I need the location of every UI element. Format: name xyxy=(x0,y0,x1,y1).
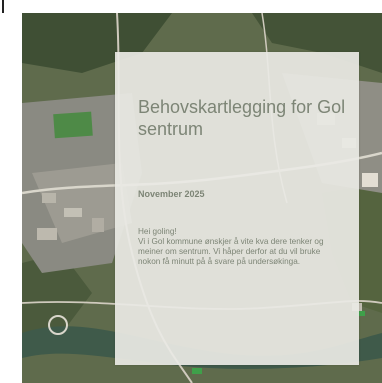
survey-date: November 2025 xyxy=(138,189,205,199)
intro-body: Vi i Gol kommune ønskjer å vite kva dere… xyxy=(138,237,324,266)
intro-greeting: Hei goling! xyxy=(138,227,177,236)
page-title: Behovskartlegging for Gol sentrum xyxy=(138,97,346,139)
corner-mark xyxy=(2,0,4,13)
survey-cover-page: Behovskartlegging for Gol sentrum Novemb… xyxy=(0,0,382,383)
intro-text: Hei goling! Vi i Gol kommune ønskjer å v… xyxy=(138,227,343,267)
